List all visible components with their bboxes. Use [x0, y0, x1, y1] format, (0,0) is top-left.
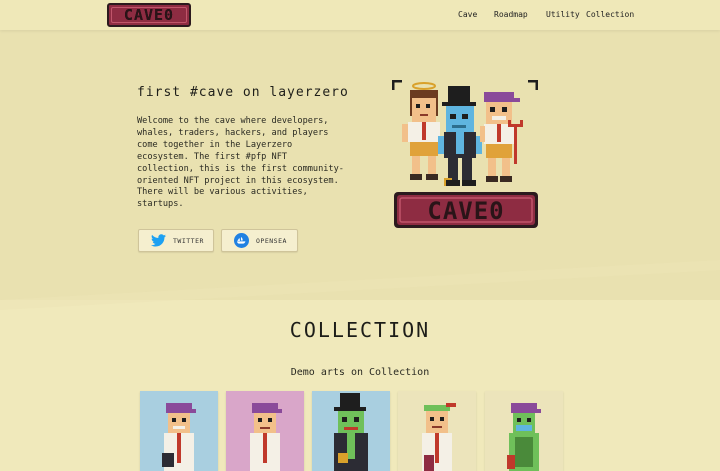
collection-card[interactable] [312, 391, 390, 471]
collection-card[interactable] [485, 391, 563, 471]
nav-link-cave-label[interactable]: Cave [458, 10, 477, 19]
twitter-button[interactable]: TWITTER [138, 229, 214, 252]
nav-link-cave[interactable]: Cave [458, 10, 477, 19]
opensea-button[interactable]: OPENSEA [221, 229, 298, 252]
logo-text: CAVE0 [123, 6, 175, 24]
collection-card[interactable] [226, 391, 304, 471]
collection-card[interactable] [398, 391, 476, 471]
hero-description: Welcome to the cave where developers, wh… [137, 116, 344, 210]
hero-characters-art: CAVE0 [391, 79, 539, 228]
nft-character-art [312, 391, 390, 471]
section-divider [0, 260, 720, 310]
opensea-button-label: OPENSEA [256, 236, 287, 245]
nav-link-utility[interactable]: Utility [546, 10, 580, 19]
collection-title: COLLECTION [289, 318, 431, 342]
twitter-button-label: TWITTER [173, 236, 204, 245]
twitter-bird-icon [151, 233, 166, 248]
nav-link-utility-label[interactable]: Utility [546, 10, 580, 19]
cave0-logo[interactable]: CAVE0 [107, 3, 191, 27]
nav-link-roadmap-label[interactable]: Roadmap [494, 10, 528, 19]
collection-card[interactable] [140, 391, 218, 471]
collection-subtitle: Demo arts on Collection [290, 367, 430, 378]
hero-title: first #cave on layerzero [137, 85, 349, 100]
nft-character-art [398, 391, 476, 471]
nav-link-collection[interactable]: Collection [586, 10, 634, 19]
opensea-icon [234, 233, 249, 248]
nft-character-art [226, 391, 304, 471]
top-navbar: CAVE0 Cave Roadmap Utility Collection [0, 0, 720, 30]
nav-link-roadmap[interactable]: Roadmap [494, 10, 528, 19]
hero-art-logo-text: CAVE0 [427, 197, 504, 225]
nft-character-art [485, 391, 563, 471]
nft-character-art [140, 391, 218, 471]
nav-link-collection-label[interactable]: Collection [586, 10, 634, 19]
